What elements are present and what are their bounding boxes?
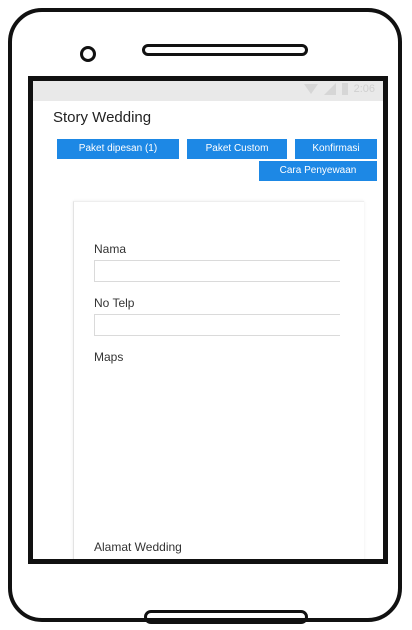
home-button[interactable]	[144, 610, 308, 624]
status-bar: 2:06	[33, 81, 383, 101]
nama-input[interactable]	[94, 260, 340, 282]
maps-label: Maps	[94, 350, 124, 364]
form-card: Nama No Telp Maps Alamat Wedding	[73, 201, 364, 559]
cara-penyewaan-button[interactable]: Cara Penyewaan	[259, 161, 377, 181]
telp-input[interactable]	[94, 314, 340, 336]
phone-screen: 2:06 Story Wedding Paket dipesan (1) Pak…	[28, 76, 388, 564]
wifi-icon	[303, 84, 318, 94]
telp-label: No Telp	[94, 296, 135, 310]
nama-label: Nama	[94, 242, 127, 256]
status-time: 2:06	[353, 83, 375, 95]
alamat-wedding-label: Alamat Wedding	[94, 540, 182, 554]
konfirmasi-button[interactable]: Konfirmasi	[295, 139, 377, 159]
signal-icon	[323, 83, 336, 95]
map-view[interactable]	[94, 368, 340, 532]
status-icons: 2:06	[303, 83, 375, 95]
speaker-grille	[142, 44, 308, 56]
app-title: Story Wedding	[53, 109, 152, 126]
paket-dipesan-button[interactable]: Paket dipesan (1)	[57, 139, 179, 159]
camera-icon	[80, 46, 96, 62]
paket-custom-button[interactable]: Paket Custom	[187, 139, 287, 159]
battery-icon	[341, 83, 348, 95]
